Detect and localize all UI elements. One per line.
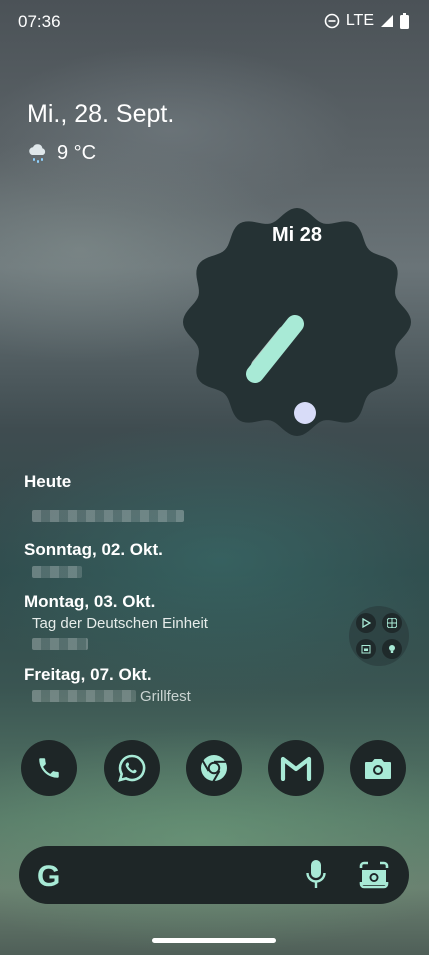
- chrome-icon: [201, 755, 227, 782]
- do-not-disturb-icon: [324, 13, 340, 29]
- google-search-bar[interactable]: G: [19, 846, 409, 904]
- agenda-header-sunday[interactable]: Sonntag, 02. Okt.: [24, 540, 163, 560]
- signal-icon: [381, 15, 393, 27]
- agenda-item-hidden[interactable]: [32, 566, 82, 578]
- agenda-item-hidden[interactable]: [32, 690, 136, 702]
- mic-icon[interactable]: [306, 860, 326, 890]
- chrome-app-button[interactable]: [186, 740, 242, 796]
- temperature: 9 °C: [57, 142, 97, 164]
- status-time: 07:36: [18, 12, 61, 31]
- status-icons: LTE: [324, 12, 409, 30]
- whatsapp-app-button[interactable]: [104, 740, 160, 796]
- agenda-item-hidden[interactable]: [32, 510, 184, 522]
- agenda-header-today[interactable]: Heute: [24, 472, 71, 492]
- play-store-icon: [356, 613, 376, 633]
- rain-cloud-icon: [29, 143, 46, 163]
- status-bar: 07:36 LTE: [0, 0, 429, 44]
- agenda-item-grillfest[interactable]: Grillfest: [140, 688, 191, 705]
- clock-day-label: Mi 28: [271, 224, 323, 246]
- phone-app-button[interactable]: [21, 740, 77, 796]
- calendar-icon: [356, 639, 376, 659]
- network-type: LTE: [345, 12, 374, 29]
- glance-weather[interactable]: 9 °C: [27, 142, 96, 165]
- agenda-header-monday[interactable]: Montag, 03. Okt.: [24, 592, 155, 612]
- analog-clock-widget[interactable]: Mi 28: [181, 206, 413, 438]
- whatsapp-icon: [118, 754, 146, 782]
- agenda-header-friday[interactable]: Freitag, 07. Okt.: [24, 665, 152, 685]
- pinwheel-icon: [382, 613, 402, 633]
- battery-icon: [400, 13, 409, 29]
- gmail-icon: [280, 756, 312, 781]
- gesture-nav-handle[interactable]: [152, 938, 276, 943]
- lens-icon[interactable]: [358, 860, 390, 890]
- agenda-item-holiday[interactable]: Tag der Deutschen Einheit: [32, 615, 208, 632]
- phone-icon: [39, 758, 59, 778]
- second-dot: [294, 402, 316, 424]
- gmail-app-button[interactable]: [268, 740, 324, 796]
- app-folder[interactable]: [349, 606, 409, 666]
- bulb-icon: [382, 639, 402, 659]
- camera-app-button[interactable]: [350, 740, 406, 796]
- glance-date[interactable]: Mi., 28. Sept.: [27, 100, 174, 129]
- camera-icon: [365, 759, 391, 779]
- google-logo-icon[interactable]: G: [37, 860, 60, 894]
- agenda-item-hidden[interactable]: [32, 638, 88, 650]
